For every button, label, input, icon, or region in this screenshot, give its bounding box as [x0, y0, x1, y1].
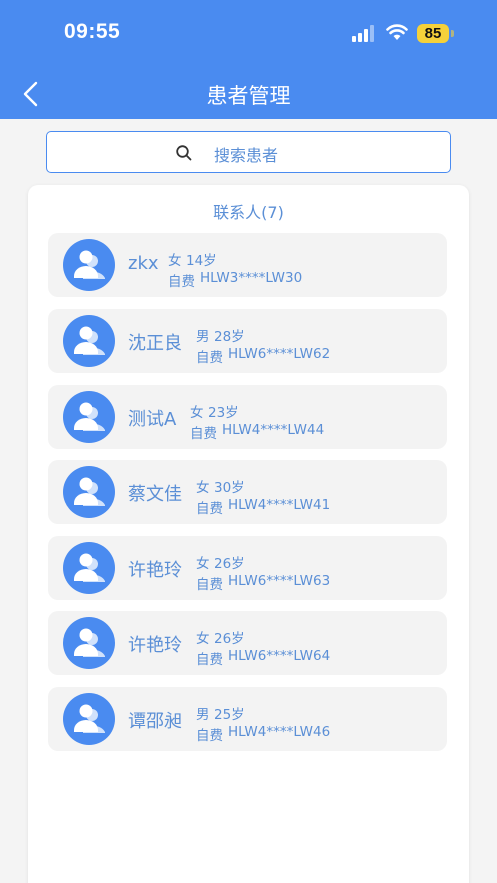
- contact-gender: 女: [196, 480, 210, 496]
- contact-name: 测试A: [128, 409, 177, 430]
- list-item[interactable]: 谭邵昶 男 25岁 自费 HLW4****LW46: [48, 687, 447, 751]
- contact-id: HLW6****LW62: [228, 346, 331, 362]
- contact-gender: 女: [196, 556, 210, 572]
- contact-name: zkx: [128, 253, 159, 274]
- contact-name: 许艳玲: [128, 560, 182, 581]
- contact-age: 25岁: [214, 707, 245, 723]
- wifi-icon: [386, 24, 408, 40]
- contact-pay-type: 自费: [196, 350, 223, 366]
- status-bar: 09:55 85: [0, 0, 497, 68]
- contact-name: 沈正良: [128, 333, 182, 354]
- battery-icon: 85: [417, 24, 449, 43]
- contact-age: 14岁: [186, 253, 217, 269]
- user-avatar-icon: [63, 693, 115, 745]
- user-avatar-icon: [63, 315, 115, 367]
- contact-age: 30岁: [214, 480, 245, 496]
- contact-gender: 男: [196, 707, 210, 723]
- contacts-card: 联系人(7) zkx 女 14岁 自费 HLW3****LW30 沈正良 男 2…: [28, 185, 469, 883]
- contact-id: HLW4****LW44: [222, 422, 325, 438]
- user-avatar-icon: [63, 542, 115, 594]
- contact-pay-type: 自费: [190, 426, 217, 442]
- user-avatar-icon: [63, 617, 115, 669]
- contact-name: 许艳玲: [128, 635, 182, 656]
- contact-age: 23岁: [208, 405, 239, 421]
- list-item[interactable]: 沈正良 男 28岁 自费 HLW6****LW62: [48, 309, 447, 373]
- contact-id: HLW3****LW30: [200, 270, 303, 286]
- contact-id: HLW4****LW46: [228, 724, 331, 740]
- contact-name: 蔡文佳: [128, 484, 182, 505]
- contact-gender: 女: [168, 253, 182, 269]
- contact-age: 26岁: [214, 556, 245, 572]
- list-item[interactable]: 蔡文佳 女 30岁 自费 HLW4****LW41: [48, 460, 447, 524]
- contact-name: 谭邵昶: [128, 711, 182, 732]
- contact-pay-type: 自费: [196, 501, 223, 517]
- search-input[interactable]: 搜索患者: [46, 131, 451, 173]
- page-title: 患者管理: [206, 84, 291, 108]
- contact-age: 28岁: [214, 329, 245, 345]
- list-item[interactable]: 测试A 女 23岁 自费 HLW4****LW44: [48, 385, 447, 449]
- search-placeholder: 搜索患者: [214, 146, 279, 165]
- user-avatar-icon: [63, 391, 115, 443]
- list-item[interactable]: 许艳玲 女 26岁 自费 HLW6****LW63: [48, 536, 447, 600]
- search-icon: [176, 145, 192, 161]
- contact-gender: 女: [190, 405, 204, 421]
- contacts-title: 联系人(7): [213, 203, 284, 222]
- contact-pay-type: 自费: [196, 577, 223, 593]
- contact-id: HLW4****LW41: [228, 497, 331, 513]
- contact-id: HLW6****LW63: [228, 573, 331, 589]
- list-item[interactable]: 许艳玲 女 26岁 自费 HLW6****LW64: [48, 611, 447, 675]
- battery-nub: [451, 30, 454, 37]
- user-avatar-icon: [63, 239, 115, 291]
- cellular-signal-icon: [352, 25, 374, 42]
- user-avatar-icon: [63, 466, 115, 518]
- contact-pay-type: 自费: [168, 274, 195, 290]
- contact-gender: 男: [196, 329, 210, 345]
- list-item[interactable]: zkx 女 14岁 自费 HLW3****LW30: [48, 233, 447, 297]
- contact-id: HLW6****LW64: [228, 648, 331, 664]
- app-header: 09:55 85 患者管理: [0, 0, 497, 119]
- status-time: 09:55: [64, 20, 121, 43]
- contact-gender: 女: [196, 631, 210, 647]
- contact-pay-type: 自费: [196, 728, 223, 744]
- contact-age: 26岁: [214, 631, 245, 647]
- contact-pay-type: 自费: [196, 652, 223, 668]
